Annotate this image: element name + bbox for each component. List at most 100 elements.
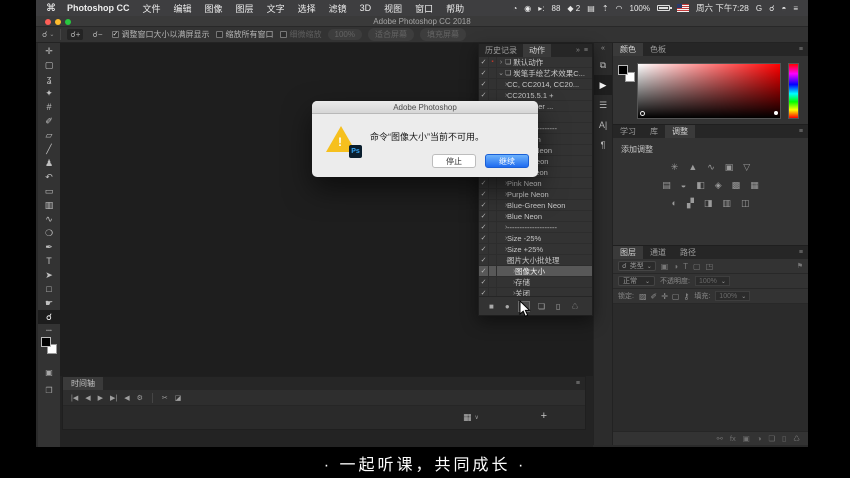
action-modal-toggle[interactable]: ▪	[489, 57, 497, 67]
status-icon[interactable]: G	[756, 4, 762, 13]
add-media-button[interactable]: +	[541, 410, 547, 422]
color-swatch-pair[interactable]	[618, 65, 635, 82]
chevron-icon[interactable]: ⌄	[497, 256, 505, 264]
menu-item[interactable]: 滤镜	[329, 2, 347, 15]
action-row[interactable]: ✓ › Purple Neon	[479, 189, 592, 200]
tool-button[interactable]: □	[38, 282, 60, 296]
panel-tab[interactable]: 学习	[613, 125, 643, 138]
action-modal-toggle[interactable]	[489, 79, 497, 89]
panel-tab[interactable]: 动作	[523, 44, 551, 57]
action-modal-toggle[interactable]	[489, 255, 497, 265]
menu-item[interactable]: 文件	[143, 2, 161, 15]
action-modal-toggle[interactable]	[489, 233, 497, 243]
zoom-in-button[interactable]: ☌+	[67, 29, 83, 40]
panel-dock-icon[interactable]: A|	[594, 115, 612, 135]
chevron-icon[interactable]: ›	[497, 213, 505, 220]
tool-button[interactable]: ☌	[38, 310, 60, 324]
action-check-toggle[interactable]: ✓	[479, 200, 489, 210]
status-icon[interactable]: 88	[552, 4, 561, 13]
adjustment-icon[interactable]: ◫	[741, 198, 750, 209]
resize-windows-checkbox[interactable]: 调整窗口大小以满屏显示	[112, 29, 210, 40]
action-row[interactable]: ✓ ▪ › ❏ 默认动作	[479, 57, 592, 68]
filter-toggle-icon[interactable]: ⚑	[797, 262, 803, 270]
stop-button[interactable]: 停止	[432, 154, 476, 168]
menu-item[interactable]: 图层	[236, 2, 254, 15]
transport-button[interactable]: |◀	[71, 394, 78, 402]
panel-header-icon[interactable]: »	[576, 47, 580, 54]
tool-button[interactable]: ♟	[38, 156, 60, 170]
adjustment-icon[interactable]: ✳	[671, 162, 679, 173]
panel-tab[interactable]: 路径	[673, 246, 703, 259]
action-row[interactable]: ✓ › Size +25%	[479, 244, 592, 255]
timeline-edit-button[interactable]: ◪	[175, 394, 182, 402]
action-row[interactable]: ✓ › Pink Neon	[479, 178, 592, 189]
action-check-toggle[interactable]: ✓	[479, 79, 489, 89]
panel-dock-icon[interactable]: ▶	[594, 75, 612, 95]
filter-type-icon[interactable]: ◑	[673, 262, 678, 271]
tool-button[interactable]: ʓ	[38, 72, 60, 86]
action-modal-toggle[interactable]	[489, 222, 497, 232]
action-check-toggle[interactable]: ✓	[479, 211, 489, 221]
action-modal-toggle[interactable]	[489, 90, 497, 100]
action-check-toggle[interactable]: ✓	[479, 189, 489, 199]
status-icon[interactable]: 100%	[630, 4, 650, 13]
filter-type-icon[interactable]: ▢	[693, 262, 701, 271]
action-check-toggle[interactable]: ✓	[479, 277, 489, 287]
transport-button[interactable]: ◀	[85, 394, 90, 402]
action-row[interactable]: ✓ ⌄ 图片大小批处理	[479, 255, 592, 266]
chevron-icon[interactable]: ›	[497, 92, 505, 99]
adjustment-icon[interactable]: ▥	[722, 198, 731, 209]
filter-type-icon[interactable]: ▣	[661, 262, 669, 271]
tool-button[interactable]: ✦	[38, 86, 60, 100]
panel-dock-icon[interactable]: ☰	[594, 95, 612, 115]
lock-icon[interactable]: ✐	[651, 292, 658, 301]
action-row[interactable]: ✓ ⌄ ❏ 炭笔手绘艺术效果C...	[479, 68, 592, 79]
status-icon[interactable]: ⇡	[602, 4, 609, 13]
quick-mask-icon[interactable]: ▣	[45, 368, 53, 377]
menu-item[interactable]: 3D	[360, 3, 372, 13]
tool-button[interactable]: ↶	[38, 170, 60, 184]
tool-button[interactable]: ▱	[38, 128, 60, 142]
tool-button[interactable]: #	[38, 100, 60, 114]
transport-button[interactable]: ▶	[98, 394, 103, 402]
frame-rate-selector[interactable]: ▦ ∨	[463, 412, 479, 423]
panel-tab[interactable]: 调整	[665, 125, 695, 138]
action-modal-toggle[interactable]	[489, 68, 497, 78]
chevron-icon[interactable]: ›	[497, 224, 505, 231]
menu-item[interactable]: 窗口	[415, 2, 433, 15]
action-modal-toggle[interactable]	[489, 244, 497, 254]
transport-button[interactable]: ▶|	[110, 394, 117, 402]
current-tool[interactable]: ☌ ⌄	[42, 30, 54, 39]
tool-button[interactable]: ╱	[38, 142, 60, 156]
menu-item[interactable]: 视图	[384, 2, 402, 15]
action-check-toggle[interactable]: ✓	[479, 255, 489, 265]
opacity-value[interactable]: 100% ⌄	[695, 276, 730, 286]
menu-clock[interactable]: 周六 下午7:28	[696, 2, 749, 14]
panel-menu-icon[interactable]: ≡	[576, 380, 585, 387]
action-row[interactable]: ✓ › CC2015.5.1 +	[479, 90, 592, 101]
status-icon[interactable]: ◆ 2	[567, 4, 580, 13]
tool-button[interactable]: ☛	[38, 296, 60, 310]
panel-header-icon[interactable]: ≡	[584, 47, 588, 54]
panel-dock-icon[interactable]: ¶	[594, 135, 612, 155]
adjustment-icon[interactable]: ▣	[725, 162, 734, 173]
foreground-color-swatch[interactable]	[618, 65, 628, 75]
chevron-icon[interactable]: ›	[497, 59, 505, 66]
color-picker-ring[interactable]	[640, 111, 645, 116]
tool-button[interactable]: ❍	[38, 226, 60, 240]
layers-footer-icon[interactable]: ❏	[768, 434, 775, 443]
status-icon[interactable]: ◔	[512, 4, 517, 13]
menu-item[interactable]: Photoshop CC	[67, 3, 130, 13]
edit-toolbar-icon[interactable]: ● ● ●	[46, 329, 52, 333]
status-icon[interactable]: ◠	[616, 4, 623, 13]
status-icon[interactable]: ▤	[587, 4, 595, 13]
status-icon[interactable]: ☌	[769, 4, 774, 13]
adjustment-icon[interactable]: ◒	[681, 180, 686, 191]
blend-mode-select[interactable]: 正常 ⌄	[618, 276, 655, 286]
tool-button[interactable]: ▭	[38, 184, 60, 198]
action-check-toggle[interactable]: ✓	[479, 222, 489, 232]
menu-item[interactable]: 图像	[205, 2, 223, 15]
transport-button[interactable]: ⚙	[137, 394, 143, 402]
adjustment-icon[interactable]: ◧	[696, 180, 705, 191]
adjustment-icon[interactable]: ▦	[750, 180, 759, 191]
